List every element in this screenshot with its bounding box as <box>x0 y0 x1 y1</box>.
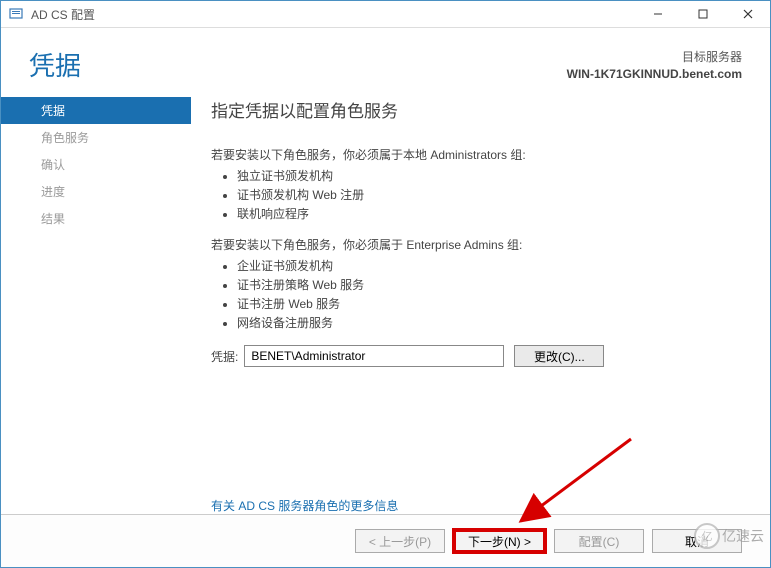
config-window: AD CS 配置 凭据 目标服务器 WIN-1K71GKINNUD.benet.… <box>0 0 771 568</box>
list-item: 企业证书颁发机构 <box>237 257 742 274</box>
target-label: 目标服务器 <box>567 48 742 65</box>
header: 凭据 目标服务器 WIN-1K71GKINNUD.benet.com <box>1 28 770 93</box>
sidebar-item-credentials[interactable]: 凭据 <box>1 97 191 124</box>
credentials-row: 凭据: 更改(C)... <box>211 345 742 367</box>
target-host: WIN-1K71GKINNUD.benet.com <box>567 67 742 81</box>
window-title: AD CS 配置 <box>31 6 635 23</box>
footer: < 上一步(P) 下一步(N) > 配置(C) 取消 <box>1 514 770 567</box>
close-button[interactable] <box>725 1 770 27</box>
configure-button: 配置(C) <box>554 529 644 553</box>
window-controls <box>635 1 770 27</box>
next-button[interactable]: 下一步(N) > <box>453 529 546 553</box>
minimize-button[interactable] <box>635 1 680 27</box>
credentials-label: 凭据: <box>211 348 238 365</box>
sidebar-item-progress[interactable]: 进度 <box>1 178 191 205</box>
content-title: 指定凭据以配置角色服务 <box>211 97 742 122</box>
role-list-enterprise-admins: 企业证书颁发机构 证书注册策略 Web 服务 证书注册 Web 服务 网络设备注… <box>237 257 742 331</box>
watermark-text: 亿速云 <box>722 526 764 546</box>
maximize-button[interactable] <box>680 1 725 27</box>
list-item: 证书注册策略 Web 服务 <box>237 276 742 293</box>
change-credentials-button[interactable]: 更改(C)... <box>514 345 604 367</box>
sidebar-item-confirm[interactable]: 确认 <box>1 151 191 178</box>
list-item: 独立证书颁发机构 <box>237 167 742 184</box>
page-title: 凭据 <box>29 46 567 83</box>
content: 指定凭据以配置角色服务 若要安装以下角色服务，你必须属于本地 Administr… <box>191 93 770 514</box>
credentials-input[interactable] <box>244 345 504 367</box>
more-info-link[interactable]: 有关 AD CS 服务器角色的更多信息 <box>211 497 398 514</box>
intro-text-1: 若要安装以下角色服务，你必须属于本地 Administrators 组: <box>211 146 742 163</box>
sidebar-item-results[interactable]: 结果 <box>1 205 191 232</box>
list-item: 联机响应程序 <box>237 205 742 222</box>
watermark: 亿 亿速云 <box>694 523 764 549</box>
body: 凭据 角色服务 确认 进度 结果 指定凭据以配置角色服务 若要安装以下角色服务，… <box>1 93 770 514</box>
titlebar: AD CS 配置 <box>1 1 770 28</box>
list-item: 网络设备注册服务 <box>237 314 742 331</box>
intro-text-2: 若要安装以下角色服务，你必须属于 Enterprise Admins 组: <box>211 236 742 253</box>
app-icon <box>9 7 25 21</box>
role-list-local-admins: 独立证书颁发机构 证书颁发机构 Web 注册 联机响应程序 <box>237 167 742 222</box>
list-item: 证书注册 Web 服务 <box>237 295 742 312</box>
sidebar: 凭据 角色服务 确认 进度 结果 <box>1 93 191 514</box>
previous-button: < 上一步(P) <box>355 529 445 553</box>
watermark-icon: 亿 <box>694 523 720 549</box>
list-item: 证书颁发机构 Web 注册 <box>237 186 742 203</box>
sidebar-item-role-services[interactable]: 角色服务 <box>1 124 191 151</box>
target-info: 目标服务器 WIN-1K71GKINNUD.benet.com <box>567 46 742 81</box>
